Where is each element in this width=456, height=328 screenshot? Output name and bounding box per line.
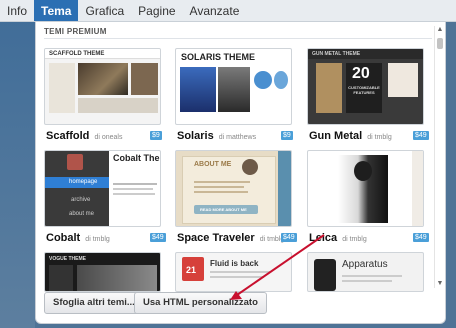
- theme-card-fluid[interactable]: 21 Fluid is back: [175, 252, 297, 292]
- theme-thumbnail[interactable]: SOLARIS THEME: [175, 48, 292, 125]
- thumb-title: SCAFFOLD THEME: [49, 51, 105, 57]
- price-badge: $9: [281, 131, 293, 140]
- thumb-title: GUN METAL THEME: [312, 51, 361, 57]
- thumb-title: SOLARIS THEME: [181, 52, 256, 62]
- theme-name: Space Traveler di tmblg: [177, 232, 285, 244]
- theme-card-solaris[interactable]: SOLARIS THEME Solaris di matthews $9: [175, 48, 297, 142]
- theme-name: Solaris di matthews: [177, 130, 257, 142]
- theme-card-cobalt[interactable]: homepage archive about me Cobalt Ther Co…: [44, 150, 166, 244]
- theme-card-space-traveler[interactable]: ABOUT ME READ MORE ABOUT ME Space Travel…: [175, 150, 297, 244]
- theme-card-apparatus[interactable]: Apparatus: [307, 252, 429, 292]
- thumb-title: Apparatus: [342, 259, 388, 270]
- price-badge: $49: [413, 131, 429, 140]
- thumb-title: Fluid is back: [210, 259, 259, 268]
- theme-panel: TEMI PREMIUM SCAFFOLD THEME Scaffold di …: [35, 22, 446, 324]
- theme-thumbnail[interactable]: [307, 150, 424, 227]
- theme-name: Gun Metal di tmblg: [309, 130, 392, 142]
- theme-thumbnail[interactable]: SCAFFOLD THEME: [44, 48, 161, 125]
- theme-card-scaffold[interactable]: SCAFFOLD THEME Scaffold di oneals $9: [44, 48, 166, 142]
- price-badge: $49: [413, 233, 429, 242]
- price-badge: $49: [150, 233, 166, 242]
- scroll-down-arrow-icon[interactable]: ▼: [436, 280, 444, 288]
- tab-tema[interactable]: Tema: [34, 0, 79, 21]
- tab-avanzate[interactable]: Avanzate: [183, 0, 247, 21]
- theme-thumbnail[interactable]: VOGUE THEME: [44, 252, 161, 292]
- thumb-title: VOGUE THEME: [49, 256, 86, 262]
- thumb-date: 21: [186, 265, 197, 275]
- theme-card-vogue[interactable]: VOGUE THEME: [44, 252, 166, 292]
- theme-name: Leica di tmblg: [309, 232, 367, 244]
- thumb-title: Cobalt Ther: [113, 153, 161, 163]
- theme-thumbnail[interactable]: 21 Fluid is back: [175, 252, 292, 292]
- browse-themes-button[interactable]: Sfoglia altri temi...: [44, 292, 144, 314]
- divider: [44, 38, 432, 39]
- section-title: TEMI PREMIUM: [44, 27, 107, 36]
- tab-pagine[interactable]: Pagine: [131, 0, 182, 21]
- theme-thumbnail[interactable]: GUN METAL THEME 20 CUSTOMIZABLE FEATURES: [307, 48, 424, 125]
- price-badge: $9: [150, 131, 162, 140]
- theme-thumbnail[interactable]: Apparatus: [307, 252, 424, 292]
- thumb-menu-item: archive: [71, 197, 91, 203]
- price-badge: $49: [281, 233, 297, 242]
- background-strip: [0, 0, 35, 328]
- tab-info[interactable]: Info: [0, 0, 34, 21]
- theme-thumbnail[interactable]: ABOUT ME READ MORE ABOUT ME: [175, 150, 292, 227]
- tab-bar: Info Tema Grafica Pagine Avanzate: [0, 0, 456, 22]
- theme-name: Scaffold di oneals: [46, 130, 123, 142]
- scroll-up-arrow-icon[interactable]: ▲: [436, 26, 444, 34]
- use-custom-html-button[interactable]: Usa HTML personalizzato: [134, 292, 267, 314]
- scrollbar[interactable]: ▲ ▼: [434, 26, 444, 288]
- thumb-menu-item: homepage: [69, 179, 98, 185]
- thumb-title: ABOUT ME: [194, 161, 232, 168]
- tab-grafica[interactable]: Grafica: [78, 0, 131, 21]
- thumb-number: 20: [352, 65, 370, 82]
- theme-name: Cobalt di tmblg: [46, 232, 110, 244]
- theme-card-gun-metal[interactable]: GUN METAL THEME 20 CUSTOMIZABLE FEATURES…: [307, 48, 429, 142]
- theme-thumbnail[interactable]: homepage archive about me Cobalt Ther: [44, 150, 161, 227]
- thumb-button: READ MORE ABOUT ME: [200, 207, 247, 212]
- theme-card-leica[interactable]: Leica di tmblg $49: [307, 150, 429, 244]
- thumb-caption: CUSTOMIZABLE FEATURES: [348, 85, 380, 95]
- thumb-menu-item: about me: [69, 211, 95, 217]
- scroll-thumb[interactable]: [437, 38, 443, 49]
